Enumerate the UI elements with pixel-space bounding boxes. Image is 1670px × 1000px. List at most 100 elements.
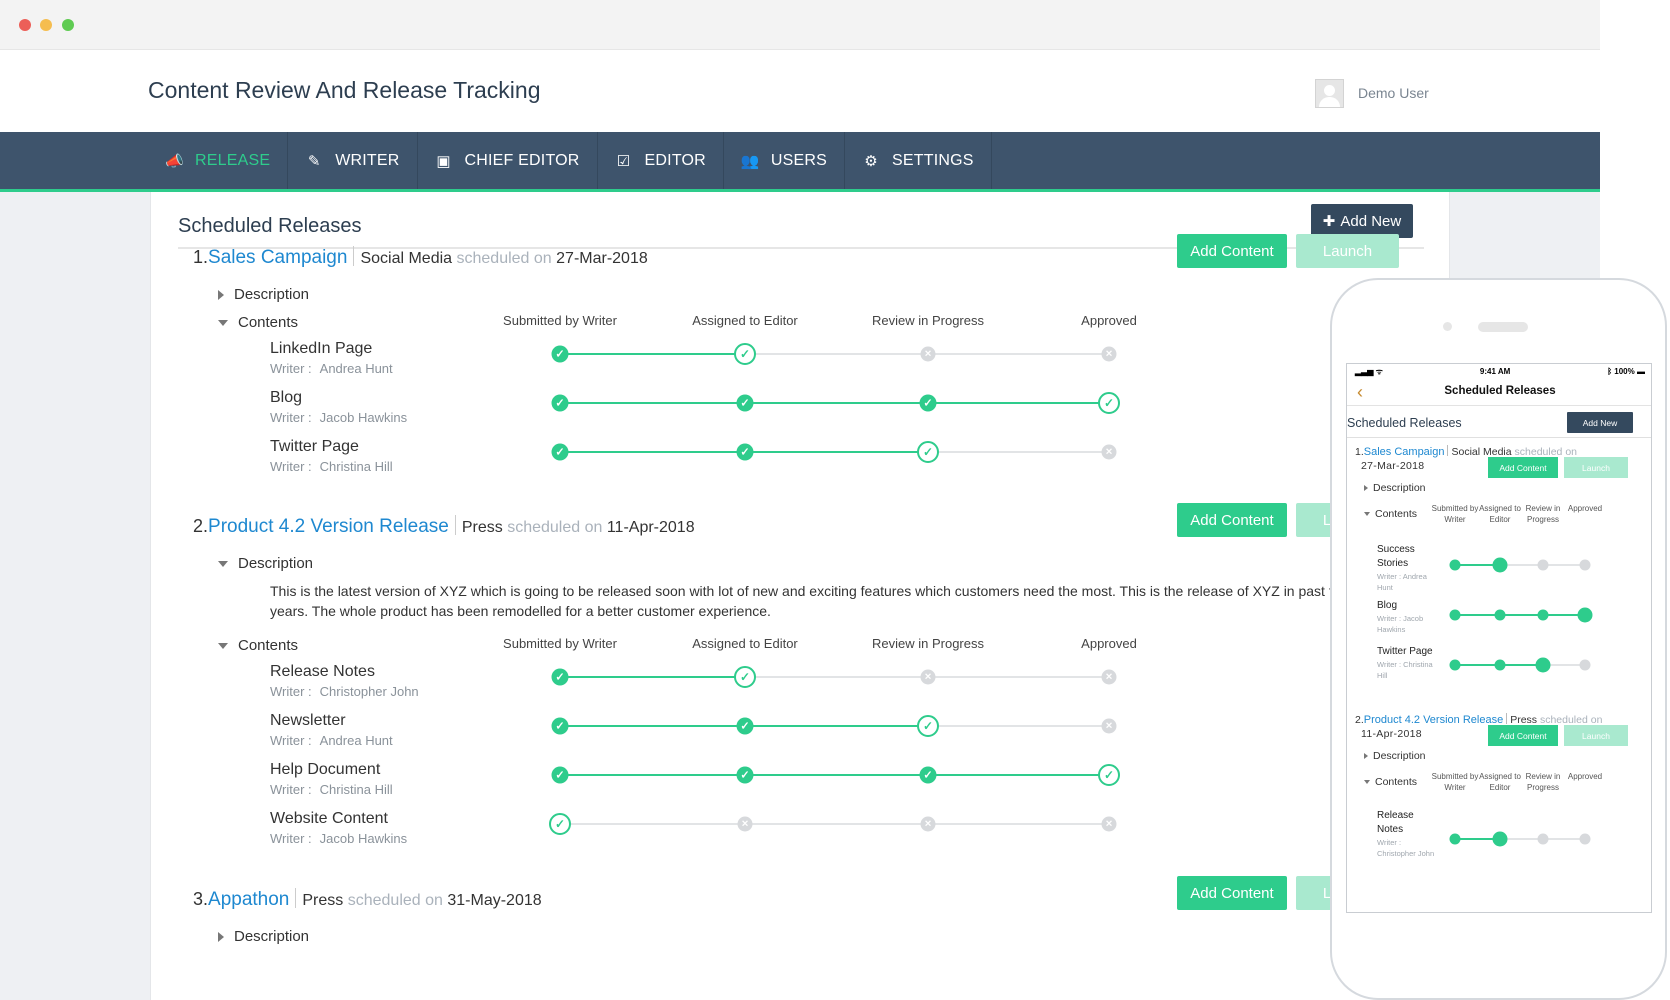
launch-button[interactable]: Launch	[1296, 234, 1399, 268]
stage-complete-icon: ✓	[551, 345, 569, 363]
nav-users[interactable]: 👥 USERS	[724, 132, 846, 189]
nav-label: SETTINGS	[892, 151, 974, 169]
content-item[interactable]: LinkedIn Page Writer : Andrea Hunt	[270, 340, 393, 376]
content-item[interactable]: Twitter Page Writer : Christina Hill	[1377, 645, 1439, 681]
contents-toggle[interactable]: Contents	[218, 314, 298, 331]
content-item[interactable]: Blog Writer : Jacob Hawkins	[270, 389, 407, 425]
stage-complete-icon	[1494, 609, 1506, 621]
launch-button[interactable]: Launch	[1564, 725, 1628, 746]
release-date: 27-Mar-2018	[556, 250, 648, 267]
progress-segment	[560, 774, 745, 776]
content-item[interactable]: Twitter Page Writer : Christina Hill	[270, 438, 393, 474]
content-writer: Writer : Christina Hill	[270, 782, 393, 797]
nav-chief-editor[interactable]: ▣ CHIEF EDITOR	[418, 132, 598, 189]
progress-segment	[745, 451, 928, 453]
contents-toggle[interactable]: Contents	[1364, 776, 1417, 788]
mobile-add-new-button[interactable]: Add New	[1567, 412, 1633, 433]
description-toggle[interactable]: Description	[218, 928, 309, 945]
content-item[interactable]: Help Document Writer : Christina Hill	[270, 761, 393, 797]
caret-down-icon	[1364, 780, 1370, 784]
content-item[interactable]: Blog Writer : Jacob Hawkins	[1377, 599, 1439, 635]
scheduled-on-label: scheduled on	[456, 250, 552, 267]
content-writer: Writer : Jacob Hawkins	[270, 831, 407, 846]
writer-name: Christina Hill	[319, 459, 393, 474]
nav-settings[interactable]: ⚙ SETTINGS	[845, 132, 992, 189]
minimize-dot[interactable]	[40, 19, 52, 31]
progress-segment	[928, 774, 1109, 776]
stage-header: Approved	[1081, 636, 1137, 651]
launch-button[interactable]: Launch	[1564, 457, 1628, 478]
stage-header: Submitted by Writer	[1431, 772, 1479, 792]
caret-right-icon	[1364, 485, 1368, 491]
stage-complete-icon	[1449, 559, 1461, 571]
release-name-link[interactable]: Sales Campaign	[1364, 446, 1445, 458]
release-number: 2.	[193, 516, 209, 536]
release-date: 11-Apr-2018	[1361, 728, 1422, 740]
contents-toggle[interactable]: Contents	[1364, 508, 1417, 520]
stage-complete-icon	[1449, 833, 1461, 845]
separator	[454, 515, 456, 535]
add-content-button[interactable]: Add Content	[1177, 503, 1287, 537]
nav-editor[interactable]: ☑ EDITOR	[598, 132, 724, 189]
release-number: 3.	[193, 889, 209, 909]
content-item[interactable]: Newsletter Writer : Andrea Hunt	[270, 712, 393, 748]
caret-down-icon	[218, 319, 228, 326]
contents-toggle[interactable]: Contents	[218, 637, 298, 654]
content-writer: Writer : Jacob Hawkins	[270, 410, 407, 425]
megaphone-icon: 📣	[165, 152, 184, 170]
camera-icon	[1443, 322, 1452, 331]
writer-name: Christopher John	[319, 684, 419, 699]
content-name: Help Document	[270, 761, 381, 778]
description-toggle[interactable]: Description	[1364, 750, 1426, 762]
description-toggle[interactable]: Description	[1364, 482, 1426, 494]
release-date: 27-Mar-2018	[1361, 460, 1425, 472]
add-content-button[interactable]: Add Content	[1488, 457, 1558, 478]
stage-pending-icon	[1537, 559, 1549, 571]
add-content-button[interactable]: Add Content	[1177, 234, 1287, 268]
stage-complete-icon: ✓	[736, 717, 754, 735]
content-writer: Writer : Andrea Hunt	[270, 361, 393, 376]
progress-segment	[745, 353, 928, 355]
user-menu[interactable]: Demo User	[1315, 78, 1429, 108]
stage-complete-icon: ✓	[917, 715, 939, 737]
nav-label: CHIEF EDITOR	[464, 151, 580, 169]
nav-release[interactable]: 📣 RELEASE	[148, 132, 289, 189]
pencil-icon: ✎	[307, 152, 321, 170]
content-item[interactable]: Success Stories Writer : Andrea Hunt	[1377, 543, 1439, 593]
toggle-label: Description	[234, 928, 310, 945]
stage-complete-icon: ✓	[549, 813, 571, 835]
writer-name: Christina Hill	[319, 782, 393, 797]
release-name-link[interactable]: Sales Campaign	[208, 247, 347, 268]
content-writer: Writer : Christopher John	[1377, 837, 1439, 859]
add-content-button[interactable]: Add Content	[1177, 876, 1287, 910]
stage-complete-icon: ✓	[734, 343, 756, 365]
content-item[interactable]: Release Notes Writer : Christopher John	[270, 663, 419, 699]
close-dot[interactable]	[19, 19, 31, 31]
plus-icon: ✚	[1322, 213, 1336, 230]
content-writer: Writer : Christopher John	[270, 684, 419, 699]
stage-header: Review in Progress	[872, 313, 984, 328]
writer-label: Writer :	[270, 361, 312, 376]
release-name-link[interactable]: Product 4.2 Version Release	[1364, 714, 1503, 726]
nav-writer[interactable]: ✎ WRITER	[288, 132, 418, 189]
add-new-button[interactable]: ✚ Add New	[1311, 204, 1413, 238]
content-name: Success Stories	[1377, 544, 1415, 569]
content-writer: Writer : Andrea Hunt	[1377, 571, 1439, 593]
stage-pending-icon: ✕	[737, 816, 753, 832]
content-item[interactable]: Website Content Writer : Jacob Hawkins	[270, 810, 407, 846]
release-name-link[interactable]: Appathon	[208, 889, 289, 910]
description-toggle[interactable]: Description	[218, 286, 309, 303]
maximize-dot[interactable]	[62, 19, 74, 31]
toggle-label: Description	[1373, 750, 1426, 762]
nav-label: USERS	[770, 151, 828, 169]
content-item[interactable]: Release Notes Writer : Christopher John	[1377, 809, 1439, 859]
stage-pending-icon: ✕	[1101, 444, 1117, 460]
description-toggle[interactable]: Description	[218, 555, 313, 572]
status-bar: ▂▃▅ ᯤ 9:41 AM ᛒ 100% ▬	[1347, 364, 1651, 378]
stage-header: Assigned to Editor	[692, 313, 798, 328]
release-channel: Press	[302, 892, 344, 909]
stage-complete-icon	[1537, 609, 1549, 621]
release-name-link[interactable]: Product 4.2 Version Release	[208, 516, 449, 537]
stage-complete-icon: ✓	[551, 443, 569, 461]
add-content-button[interactable]: Add Content	[1488, 725, 1558, 746]
